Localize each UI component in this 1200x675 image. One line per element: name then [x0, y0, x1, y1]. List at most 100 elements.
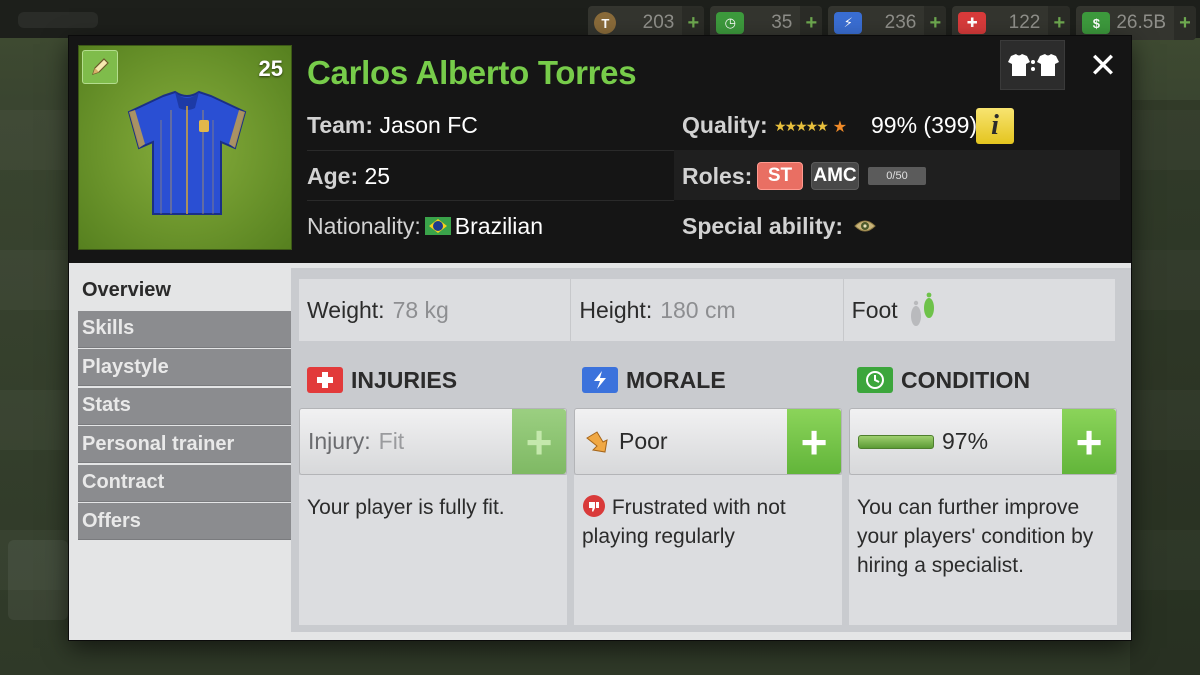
- morale-down-arrow-icon: [586, 430, 608, 453]
- injuries-column: INJURIES Injury: Fit + Your player is fu…: [299, 360, 567, 625]
- thumbs-down-icon: [583, 495, 605, 517]
- info-icon: i: [991, 110, 999, 141]
- quality-row: Quality: ★★★★★ ★: [682, 112, 847, 139]
- resource-time: ◷ 35 +: [710, 6, 823, 40]
- compare-shirts-button[interactable]: [1000, 40, 1065, 90]
- shirt-card: 25: [78, 45, 292, 250]
- weight-cell: Weight: 78 kg: [299, 279, 572, 341]
- add-tokens-button[interactable]: +: [682, 6, 705, 40]
- morale-value: Poor: [619, 428, 668, 454]
- left-foot-icon: [910, 292, 934, 326]
- morale-description: Frustrated with not playing regularly: [574, 475, 842, 625]
- resource-value: 122: [1008, 12, 1041, 33]
- weight-label: Weight:: [307, 296, 385, 323]
- resource-bar: T 203 + ◷ 35 + ⚡ 236 + ✚ 122 + $ 26.5B +: [588, 6, 1196, 40]
- age-row: Age: 25: [307, 163, 390, 190]
- injury-description: Your player is fully fit.: [299, 475, 567, 625]
- shirt-number: 25: [258, 56, 283, 81]
- half-star-icon: ★: [832, 118, 848, 136]
- improve-morale-button[interactable]: +: [787, 409, 841, 474]
- add-money-button[interactable]: +: [1174, 6, 1196, 40]
- improve-condition-button[interactable]: +: [1062, 409, 1116, 474]
- overview-panel: Weight: 78 kg Height: 180 cm Foot INJURI…: [291, 268, 1131, 632]
- lightning-icon: [582, 367, 618, 393]
- age-label: Age:: [307, 163, 359, 189]
- condition-title: CONDITION: [901, 366, 1031, 393]
- tab-personal-trainer[interactable]: Personal trainer: [78, 426, 291, 463]
- morale-description-text: Frustrated with not playing regularly: [582, 496, 786, 548]
- tab-playstyle[interactable]: Playstyle: [78, 349, 291, 386]
- injuries-header: INJURIES: [299, 360, 567, 400]
- star-icon: ★★★★★: [774, 118, 829, 135]
- role-progress: 0/50: [868, 167, 926, 185]
- add-energy-button[interactable]: +: [924, 6, 947, 40]
- team-value[interactable]: Jason FC: [379, 112, 477, 138]
- injuries-title: INJURIES: [351, 366, 458, 393]
- weight-value: 78 kg: [392, 296, 449, 323]
- player-header: 25 Carlos Alberto Torres ✕ Team: Jason F…: [69, 36, 1131, 263]
- condition-status: 97% +: [849, 408, 1117, 475]
- sidebar: Overview Skills Playstyle Stats Personal…: [78, 272, 291, 542]
- resource-value: 26.5B: [1116, 12, 1166, 33]
- injury-label: Injury:: [308, 428, 371, 454]
- height-value: 180 cm: [660, 296, 736, 323]
- close-button[interactable]: ✕: [1083, 46, 1123, 86]
- quality-stars: ★★★★★ ★: [774, 117, 847, 137]
- role-badge-amc[interactable]: AMC: [811, 162, 859, 190]
- morale-header: MORALE: [574, 360, 842, 400]
- quality-value: 99% (399): [871, 112, 978, 138]
- morale-status: Poor +: [574, 408, 842, 475]
- quality-label: Quality:: [682, 112, 768, 138]
- height-label: Height:: [579, 296, 653, 323]
- close-icon: ✕: [1088, 47, 1118, 85]
- resource-money: $ 26.5B +: [1076, 6, 1196, 40]
- medical-cross-icon: [307, 367, 343, 393]
- physical-stats: Weight: 78 kg Height: 180 cm Foot: [299, 279, 1115, 341]
- tab-offers[interactable]: Offers: [78, 503, 291, 540]
- morale-title: MORALE: [626, 366, 726, 393]
- clock-icon: [857, 367, 893, 393]
- resource-value: 236: [884, 12, 917, 33]
- condition-value: 97%: [942, 428, 989, 454]
- player-modal: 25 Carlos Alberto Torres ✕ Team: Jason F…: [69, 36, 1131, 640]
- condition-header: CONDITION: [849, 360, 1117, 400]
- clock-icon: ◷: [716, 12, 745, 34]
- tab-stats[interactable]: Stats: [78, 387, 291, 425]
- tab-overview[interactable]: Overview: [78, 272, 291, 309]
- resource-medical: ✚ 122 +: [952, 6, 1071, 40]
- brazil-flag-icon: [424, 217, 451, 235]
- special-ability-label: Special ability:: [682, 213, 844, 239]
- roles-row: Roles:: [682, 163, 752, 190]
- background-button: [8, 540, 68, 620]
- resource-value: 203: [642, 12, 675, 33]
- edit-button[interactable]: [82, 50, 118, 84]
- divider: [307, 150, 674, 151]
- add-time-button[interactable]: +: [800, 6, 823, 40]
- injury-status: Injury: Fit +: [299, 408, 567, 475]
- team-label: Team:: [307, 112, 374, 138]
- divider: [307, 200, 674, 201]
- add-medical-button[interactable]: +: [1048, 6, 1071, 40]
- jersey-icon: [127, 90, 247, 215]
- morale-column: MORALE Poor + Frustrated with not playin…: [574, 360, 842, 625]
- tab-skills[interactable]: Skills: [78, 310, 291, 348]
- resource-energy: ⚡ 236 +: [828, 6, 947, 40]
- condition-bar: [858, 434, 934, 449]
- tab-contract[interactable]: Contract: [78, 464, 291, 502]
- roles-label: Roles:: [682, 163, 753, 189]
- token-icon: T: [594, 12, 617, 34]
- add-injury-treatment-button[interactable]: +: [512, 409, 566, 474]
- player-name: Carlos Alberto Torres: [307, 54, 637, 91]
- role-badge-st[interactable]: ST: [757, 162, 803, 190]
- nationality-value: Brazilian: [454, 213, 543, 239]
- foot-label: Foot: [851, 296, 898, 323]
- nationality-label: Nationality:: [307, 213, 421, 239]
- condition-description: You can further improve your players' co…: [849, 475, 1117, 625]
- injury-value: Fit: [378, 428, 405, 454]
- background-label: [18, 12, 98, 28]
- age-value: 25: [364, 163, 391, 189]
- shirt-compare-icon: [1007, 54, 1059, 76]
- eye-ability-icon[interactable]: [853, 216, 877, 236]
- quality-info-button[interactable]: i: [976, 108, 1014, 144]
- resource-value: 35: [771, 12, 793, 33]
